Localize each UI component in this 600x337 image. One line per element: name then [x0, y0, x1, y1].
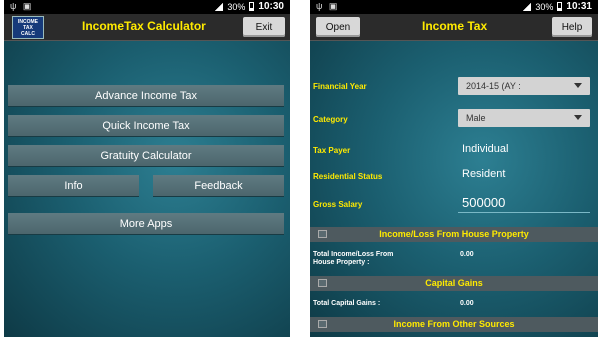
capital-gains-title: Capital Gains	[425, 278, 483, 288]
house-property-total-label: Total Income/Loss From House Property :	[313, 251, 394, 266]
house-property-section[interactable]: Income/Loss From House Property	[310, 227, 598, 242]
gross-salary-label: Gross Salary	[313, 200, 363, 209]
action-bar: Open Income Tax Help	[310, 14, 598, 41]
action-bar: INCOME TAX CALC IncomeTax Calculator Exi…	[4, 14, 290, 41]
info-button[interactable]: Info	[8, 175, 139, 196]
battery-percent: 30%	[227, 1, 246, 12]
residential-status-value[interactable]: Resident	[462, 168, 505, 180]
clock: 10:30	[258, 1, 284, 12]
battery-percent: 30%	[535, 1, 554, 12]
gross-salary-input[interactable]: 500000	[462, 195, 505, 210]
category-select[interactable]: Male	[458, 109, 590, 127]
battery-icon	[249, 2, 255, 11]
open-button[interactable]: Open	[316, 17, 360, 37]
more-apps-button[interactable]: More Apps	[8, 213, 284, 234]
battery-icon	[557, 2, 563, 11]
notification-icons: ψ ▣	[316, 1, 340, 11]
app-logo: INCOME TAX CALC	[12, 16, 44, 39]
menu-panel: Advance Income Tax Quick Income Tax Grat…	[4, 41, 290, 337]
dropdown-arrow-icon	[574, 83, 582, 88]
help-button[interactable]: Help	[552, 17, 592, 37]
other-sources-section[interactable]: Income From Other Sources	[310, 317, 598, 332]
left-screen: ψ ▣ 30% 10:30 INCOME TAX CALC IncomeTax …	[4, 0, 290, 337]
signal-icon	[215, 2, 224, 11]
dropdown-arrow-icon	[574, 115, 582, 120]
gratuity-calculator-button[interactable]: Gratuity Calculator	[8, 145, 284, 166]
other-sources-title: Income From Other Sources	[393, 319, 515, 329]
financial-year-value: 2014-15 (AY :	[466, 81, 521, 91]
tax-payer-value[interactable]: Individual	[462, 143, 508, 155]
exit-button[interactable]: Exit	[243, 17, 285, 37]
advance-income-tax-button[interactable]: Advance Income Tax	[8, 85, 284, 106]
signal-icon	[523, 2, 532, 11]
house-property-total-value: 0.00	[460, 251, 474, 258]
tax-form: Financial Year 2014-15 (AY : Category Ma…	[310, 41, 598, 337]
category-value: Male	[466, 113, 486, 123]
capital-gains-total-value: 0.00	[460, 300, 474, 307]
clock: 10:31	[566, 1, 592, 12]
residential-status-label: Residential Status	[313, 172, 383, 181]
category-label: Category	[313, 115, 348, 124]
financial-year-select[interactable]: 2014-15 (AY :	[458, 77, 590, 95]
app-title: IncomeTax Calculator	[82, 19, 206, 33]
status-bar: ψ ▣ 30% 10:30	[4, 0, 290, 14]
capital-gains-total-label: Total Capital Gains :	[313, 300, 381, 307]
status-bar: ψ ▣ 30% 10:31	[310, 0, 598, 14]
screen-title: Income Tax	[422, 19, 488, 33]
financial-year-label: Financial Year	[313, 82, 367, 91]
notification-icons: ψ ▣	[10, 1, 34, 11]
quick-income-tax-button[interactable]: Quick Income Tax	[8, 115, 284, 136]
capital-gains-section[interactable]: Capital Gains	[310, 276, 598, 291]
feedback-button[interactable]: Feedback	[153, 175, 284, 196]
right-screen: ψ ▣ 30% 10:31 Open Income Tax Help Finan…	[310, 0, 598, 337]
tax-payer-label: Tax Payer	[313, 146, 351, 155]
house-property-title: Income/Loss From House Property	[379, 229, 529, 239]
input-underline	[458, 212, 590, 213]
